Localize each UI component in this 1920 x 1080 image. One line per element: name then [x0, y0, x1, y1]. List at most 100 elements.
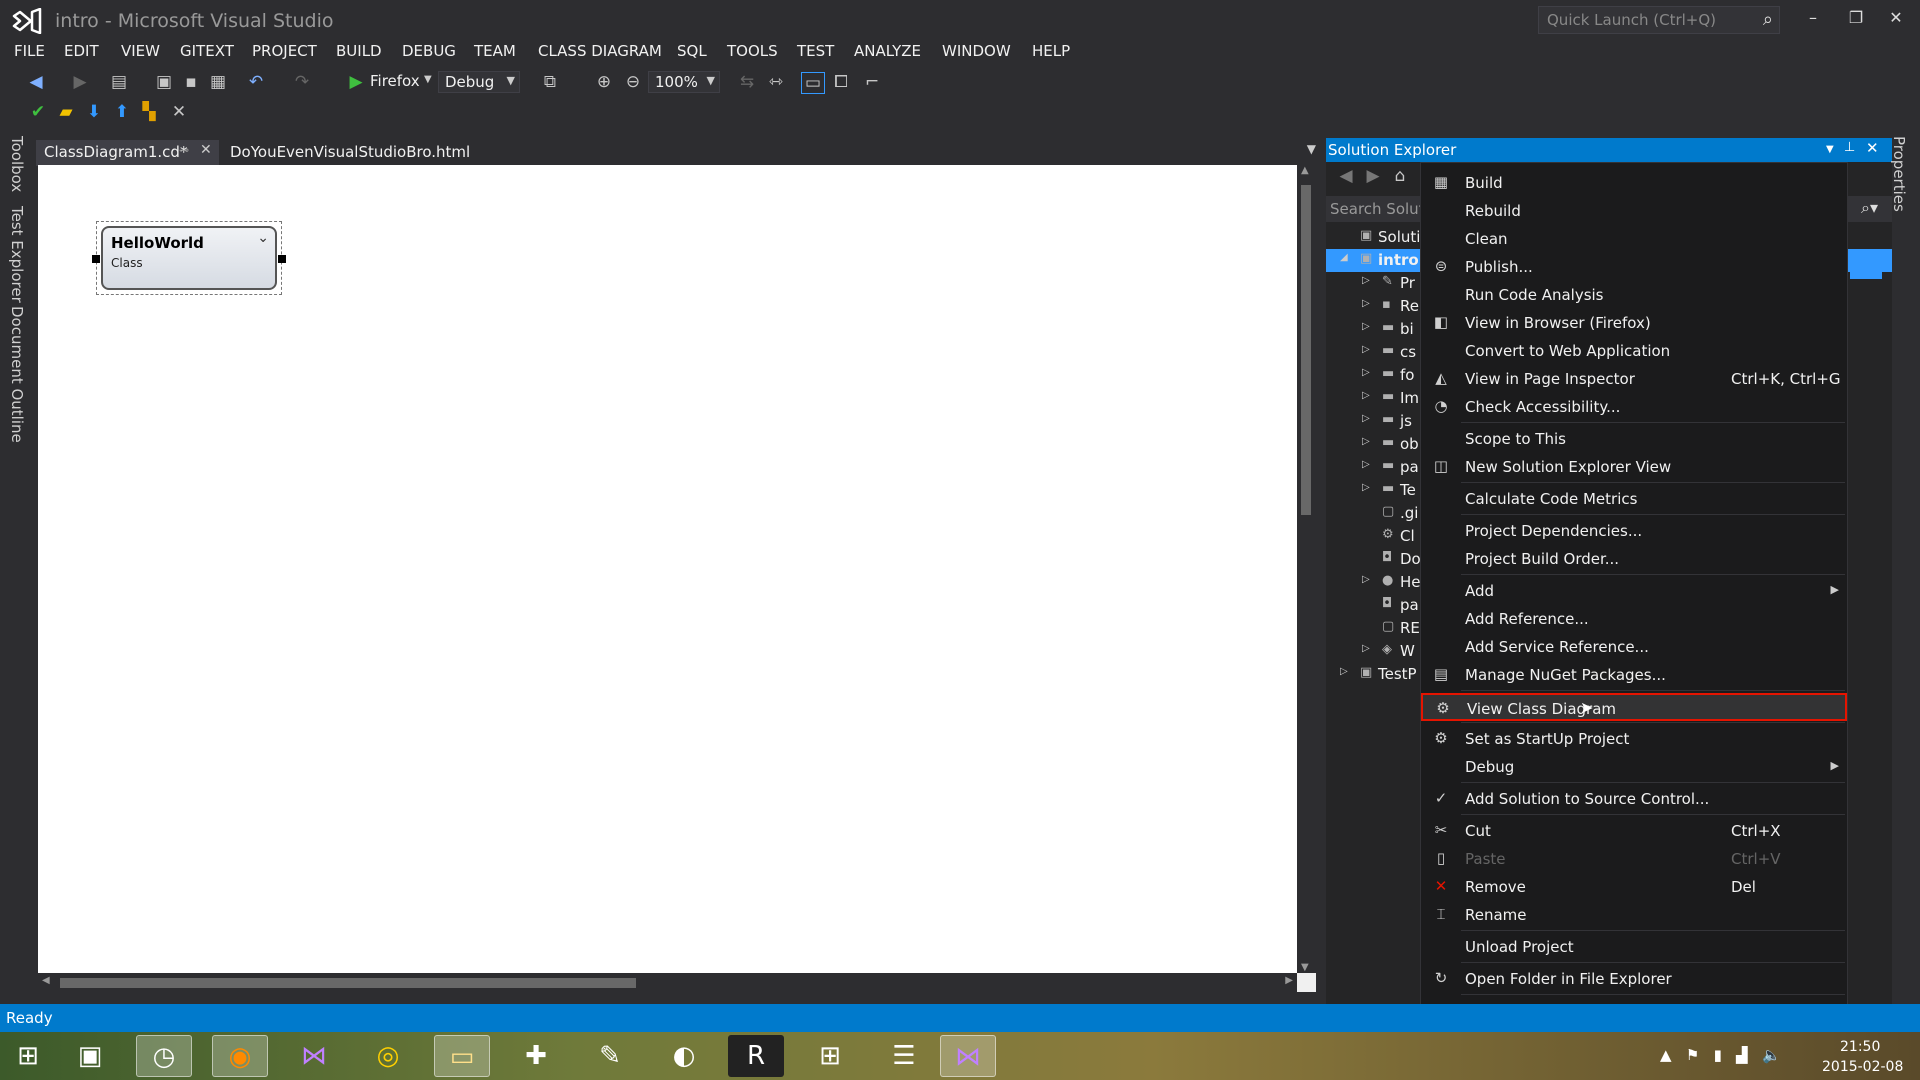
- menu-view[interactable]: VIEW: [121, 42, 160, 60]
- minimize-icon[interactable]: –: [1795, 8, 1831, 27]
- new-project-icon[interactable]: ▤: [107, 72, 131, 92]
- browser-dropdown-icon[interactable]: ▼: [424, 74, 432, 85]
- menu-tools[interactable]: TOOLS: [727, 42, 778, 60]
- push-icon[interactable]: ⬆: [110, 102, 134, 122]
- context-menu-item[interactable]: ⊜ Publish...: [1421, 253, 1847, 281]
- zoom-select[interactable]: 100% ▼: [648, 71, 720, 93]
- start-debug-icon[interactable]: ▶: [344, 72, 368, 92]
- tab-html-file[interactable]: DoYouEvenVisualStudioBro.html: [222, 140, 478, 166]
- resize-handle[interactable]: [92, 255, 100, 263]
- context-menu-item[interactable]: Add Reference...: [1421, 605, 1847, 633]
- back-icon[interactable]: ◀: [1334, 166, 1358, 186]
- expander-icon[interactable]: ▷: [1362, 574, 1370, 585]
- resharper-icon[interactable]: R: [728, 1035, 784, 1077]
- forward-icon[interactable]: ▶: [68, 72, 92, 92]
- chevron-down-icon[interactable]: ▼: [1307, 142, 1316, 156]
- context-menu-item[interactable]: Debug ▶: [1421, 753, 1847, 781]
- class-diagram-canvas[interactable]: HelloWorld Class ⌄: [38, 165, 1297, 973]
- menu-project[interactable]: PROJECT: [252, 42, 317, 60]
- menu-help[interactable]: HELP: [1032, 42, 1070, 60]
- menu-team[interactable]: TEAM: [474, 42, 516, 60]
- visual-studio-icon[interactable]: ⋈: [940, 1035, 996, 1077]
- expander-icon[interactable]: ▷: [1362, 436, 1370, 447]
- context-menu-item[interactable]: Run Code Analysis: [1421, 281, 1847, 309]
- scroll-up-icon[interactable]: ▲: [1301, 165, 1309, 176]
- chrome-icon[interactable]: ◎: [360, 1035, 416, 1077]
- expander-icon[interactable]: ▷: [1362, 344, 1370, 355]
- context-menu-item[interactable]: Add Service Reference...: [1421, 633, 1847, 661]
- close-icon[interactable]: ✕: [200, 142, 212, 158]
- context-menu-item[interactable]: Project Build Order...: [1421, 545, 1847, 573]
- browse-icon[interactable]: ▰: [54, 102, 78, 122]
- layout-diagram-icon[interactable]: ⇆: [735, 72, 759, 92]
- context-menu-item[interactable]: ▦ Build: [1421, 169, 1847, 197]
- toolbox-tab[interactable]: Toolbox: [8, 136, 26, 192]
- context-menu-item[interactable]: Project Dependencies...: [1421, 517, 1847, 545]
- start-button[interactable]: ⊞: [0, 1035, 56, 1077]
- vertical-scrollbar[interactable]: ▲ ▼: [1297, 165, 1316, 973]
- menu-analyze[interactable]: ANALYZE: [854, 42, 921, 60]
- fit-width-icon[interactable]: ⇿: [764, 72, 788, 92]
- expander-icon[interactable]: ▷: [1362, 321, 1370, 332]
- context-menu-item[interactable]: ◧ View in Browser (Firefox): [1421, 309, 1847, 337]
- zoom-in-icon[interactable]: ⊕: [592, 72, 616, 92]
- expander-icon[interactable]: ▷: [1340, 666, 1348, 677]
- redo-icon[interactable]: ↷: [290, 72, 314, 92]
- resize-handle[interactable]: [278, 255, 286, 263]
- firefox-icon[interactable]: ◉: [212, 1035, 268, 1077]
- expander-icon[interactable]: ▷: [1362, 275, 1370, 286]
- chevron-down-icon[interactable]: ⌄: [257, 230, 269, 246]
- scroll-down-icon[interactable]: ▼: [1301, 962, 1309, 973]
- app-icon[interactable]: ✚: [508, 1035, 564, 1077]
- menu-class-diagram[interactable]: CLASS DIAGRAM: [538, 42, 662, 60]
- close-icon[interactable]: ✕: [1866, 139, 1879, 157]
- open-file-icon[interactable]: ▣: [152, 72, 176, 92]
- clock-app-icon[interactable]: ◷: [136, 1035, 192, 1077]
- class-shape-selection[interactable]: HelloWorld Class ⌄: [92, 221, 286, 295]
- undo-icon[interactable]: ↶: [244, 72, 268, 92]
- pull-icon[interactable]: ⬇: [82, 102, 106, 122]
- system-tray[interactable]: ▲ ⚑ ▮ ▟ 🔈: [1660, 1046, 1781, 1064]
- scroll-left-icon[interactable]: ◀: [42, 975, 50, 986]
- context-menu-item[interactable]: Unload Project: [1421, 933, 1847, 961]
- stash-icon[interactable]: ▚: [137, 102, 161, 122]
- clock-date[interactable]: 2015-02-08: [1822, 1059, 1903, 1075]
- expander-icon[interactable]: ▷: [1362, 643, 1370, 654]
- scroll-right-icon[interactable]: ▶: [1285, 975, 1293, 986]
- app-icon[interactable]: ▣: [62, 1035, 118, 1077]
- context-menu-item[interactable]: Convert to Web Application: [1421, 337, 1847, 365]
- commit-icon[interactable]: ✔: [26, 102, 50, 122]
- menu-window[interactable]: WINDOW: [942, 42, 1011, 60]
- horizontal-scrollbar[interactable]: ◀ ▶: [38, 973, 1297, 992]
- expander-icon[interactable]: ▷: [1362, 390, 1370, 401]
- back-icon[interactable]: ◀: [24, 72, 48, 92]
- configuration-select[interactable]: Debug ▼: [438, 71, 520, 93]
- scroll-thumb[interactable]: [1301, 185, 1311, 515]
- expander-icon[interactable]: ▷: [1362, 298, 1370, 309]
- quick-launch-input[interactable]: Quick Launch (Ctrl+Q) ⌕: [1538, 6, 1780, 34]
- chevron-down-icon[interactable]: ▼: [1826, 144, 1834, 155]
- test-explorer-tab[interactable]: Test Explorer: [8, 206, 26, 303]
- windows-icon[interactable]: ⊞: [802, 1035, 858, 1077]
- context-menu-item[interactable]: ✓ Add Solution to Source Control...: [1421, 785, 1847, 813]
- context-menu-item[interactable]: Add ▶: [1421, 577, 1847, 605]
- expander-icon[interactable]: ▷: [1362, 367, 1370, 378]
- display-full-icon[interactable]: ⧠: [829, 72, 853, 92]
- database-icon[interactable]: ☰: [876, 1035, 932, 1077]
- context-menu-item[interactable]: ▤ Manage NuGet Packages...: [1421, 661, 1847, 689]
- app-icon[interactable]: ◐: [656, 1035, 712, 1077]
- menu-build[interactable]: BUILD: [336, 42, 382, 60]
- zoom-out-icon[interactable]: ⊖: [621, 72, 645, 92]
- expander-icon[interactable]: ▷: [1362, 482, 1370, 493]
- layout-icon[interactable]: ⧉: [538, 72, 562, 92]
- properties-tab[interactable]: Properties: [1890, 136, 1908, 212]
- context-menu-item[interactable]: Calculate Code Metrics: [1421, 485, 1847, 513]
- search-icon[interactable]: ⌕: [1763, 9, 1773, 30]
- settings-icon[interactable]: ✕: [167, 102, 191, 122]
- context-menu-item[interactable]: ◭ View in Page Inspector Ctrl+K, Ctrl+G: [1421, 365, 1847, 393]
- menu-sql[interactable]: SQL: [677, 42, 707, 60]
- save-all-icon[interactable]: ▦: [206, 72, 230, 92]
- search-icon[interactable]: ⌕▾: [1861, 198, 1878, 218]
- menu-file[interactable]: FILE: [14, 42, 45, 60]
- menu-debug[interactable]: DEBUG: [402, 42, 456, 60]
